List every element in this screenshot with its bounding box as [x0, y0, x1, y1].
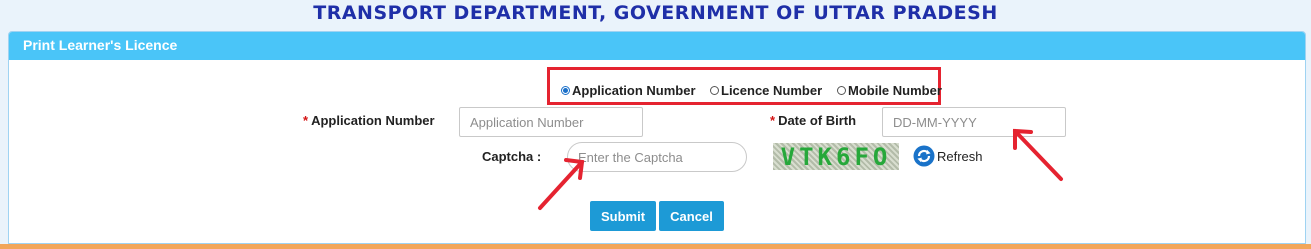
department-title: TRANSPORT DEPARTMENT, GOVERNMENT OF UTTA…	[313, 2, 998, 24]
radio-application-number[interactable]: Application Number	[561, 82, 696, 98]
radio-unchecked-icon[interactable]	[837, 85, 846, 95]
required-mark: *	[303, 113, 309, 128]
radio-unchecked-icon[interactable]	[710, 85, 719, 95]
bottom-border	[0, 244, 1311, 249]
application-number-label: * Application Number	[303, 113, 435, 128]
captcha-text: VTK6FO	[780, 143, 892, 170]
print-learner-licence-panel: Print Learner's Licence	[8, 31, 1306, 244]
application-number-input[interactable]	[459, 107, 643, 137]
date-of-birth-input[interactable]	[882, 107, 1066, 137]
dob-label: * Date of Birth	[770, 113, 857, 128]
panel-title: Print Learner's Licence	[9, 32, 1305, 60]
radio-checked-icon[interactable]	[561, 85, 570, 95]
radio-licence-number[interactable]: Licence Number	[710, 82, 822, 98]
submit-button[interactable]: Submit	[590, 201, 656, 231]
refresh-icon[interactable]	[913, 145, 935, 167]
captcha-input[interactable]	[567, 142, 747, 172]
captcha-refresh-button[interactable]: Refresh	[913, 145, 983, 167]
cancel-button[interactable]: Cancel	[659, 201, 724, 231]
captcha-label: Captcha :	[482, 149, 542, 164]
radio-mobile-number[interactable]: Mobile Number	[837, 82, 942, 98]
refresh-label: Refresh	[937, 148, 983, 164]
radio-label: Application Number	[572, 82, 696, 98]
required-mark: *	[770, 113, 776, 128]
radio-label: Licence Number	[721, 82, 823, 98]
captcha-image: VTK6FO	[773, 143, 899, 170]
radio-label: Mobile Number	[848, 82, 942, 98]
